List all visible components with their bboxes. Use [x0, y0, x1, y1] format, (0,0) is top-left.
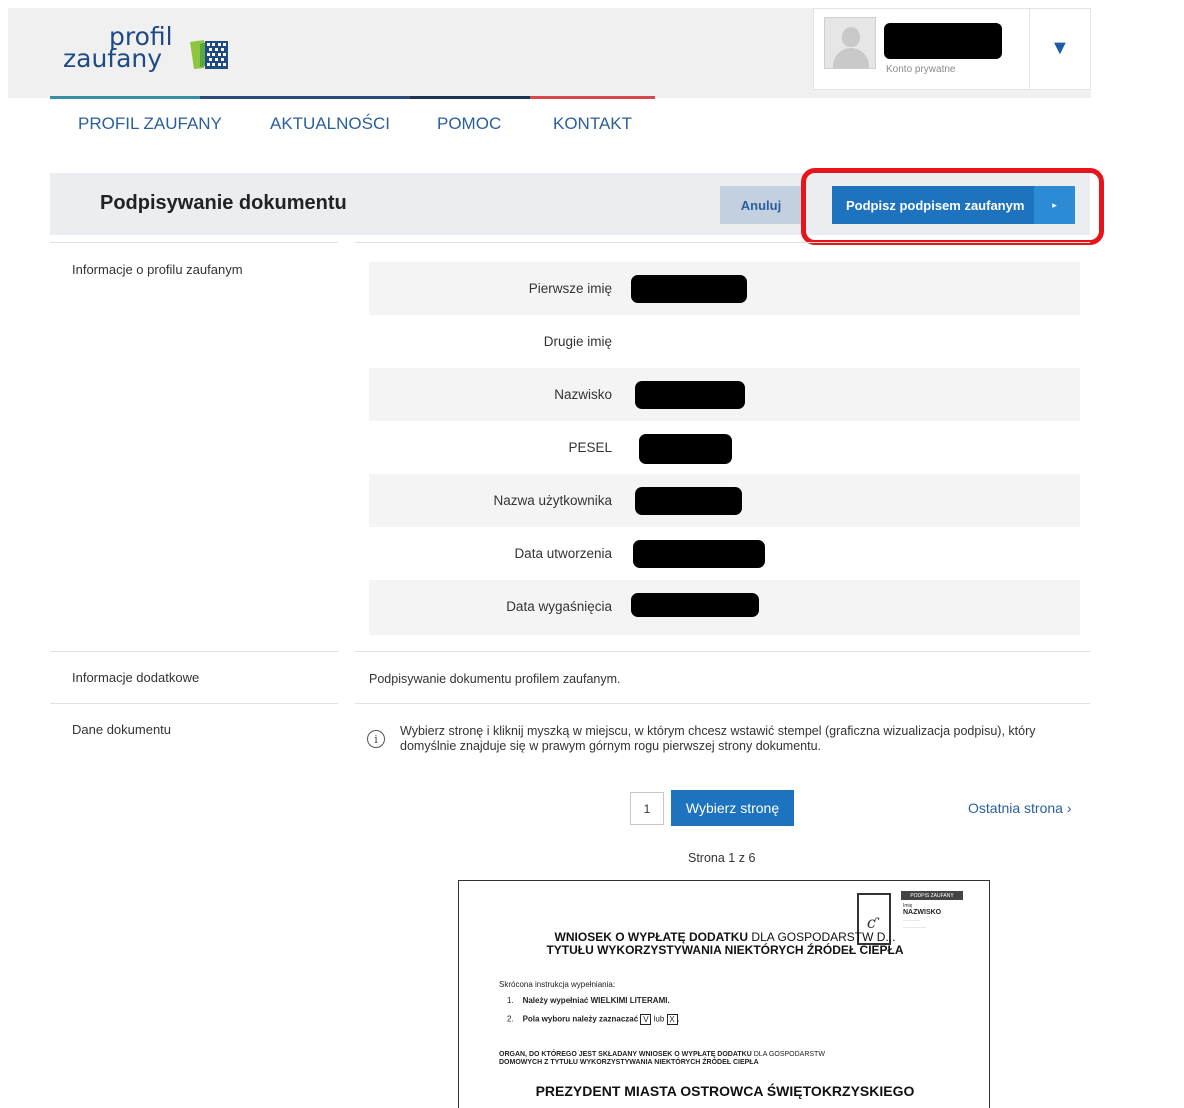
instruction-or: lub: [653, 1014, 665, 1024]
sign-button-highlight: [801, 168, 1104, 245]
nav-aktualnosci[interactable]: AKTUALNOŚCI: [270, 114, 400, 134]
info-icon: i: [367, 730, 385, 748]
account-type-label: Konto prywatne: [886, 64, 956, 75]
stamp-small-text: ..................: [903, 918, 921, 922]
select-page-button[interactable]: Wybierz stronę: [671, 790, 794, 826]
document-section-label: Dane dokumentu: [72, 722, 172, 737]
divider: [50, 242, 338, 243]
info-row-expires: Data wygaśnięcia: [369, 580, 1080, 635]
organ-line2: DOMOWYCH Z TYTUŁU WYKORZYSTYWANIA NIEKTÓ…: [499, 1059, 759, 1066]
info-row-second-name: Drugie imię: [369, 315, 1080, 368]
checkbox-x: X: [666, 1014, 678, 1025]
account-menu[interactable]: Konto prywatne ▼: [813, 8, 1091, 90]
accent-line-navy: [200, 96, 410, 99]
organ-city: PREZYDENT MIASTA OSTROWCA ŚWIĘTOKRZYSKIE…: [535, 1083, 915, 1099]
last-page-link[interactable]: Ostatnia strona ›: [968, 800, 1072, 816]
instruction-number: 2.: [507, 1014, 514, 1024]
document-title-line2: TYTUŁU WYKORZYSTYWANIA NIEKTÓRYCH ŹRÓDEŁ…: [546, 943, 904, 957]
logo-line-2: zaufany: [63, 44, 163, 73]
document-title: WNIOSEK O WYPŁATĘ DODATKU DLA GOSPODARST…: [459, 930, 989, 957]
accent-line-red: [530, 96, 655, 99]
instruction-text: Należy wypełniać WIELKIMI LITERAMI.: [522, 996, 670, 1005]
organ-heading: ORGAN, DO KTÓREGO JEST SKŁADANY WNIOSEK …: [499, 1051, 979, 1067]
redacted-value: [635, 487, 742, 515]
info-label: Data wygaśnięcia: [506, 599, 612, 614]
logo-mark-icon: [190, 40, 228, 69]
instruction-heading: Skrócona instrukcja wypełniania:: [499, 980, 616, 989]
info-label: PESEL: [568, 440, 612, 455]
document-title-bold: WNIOSEK O WYPŁATĘ DODATKU: [554, 930, 749, 944]
info-row-pesel: PESEL: [369, 421, 1080, 474]
nav-pomoc[interactable]: POMOC: [437, 114, 517, 134]
info-row-surname: Nazwisko: [369, 368, 1080, 421]
info-label: Drugie imię: [543, 334, 612, 349]
document-preview[interactable]: ƈ PODPIS ZAUFANY Imię NAZWISKO .........…: [458, 880, 990, 1108]
document-title-thin: DLA GOSPODARSTW D...: [751, 930, 896, 944]
redacted-value: [635, 381, 745, 409]
redacted-value: [639, 434, 732, 464]
divider: [50, 651, 338, 652]
info-label: Data utworzenia: [514, 546, 612, 561]
nav-profil-zaufany[interactable]: PROFIL ZAUFANY: [78, 114, 238, 134]
info-row-first-name: Pierwsze imię: [369, 262, 1080, 315]
info-label: Nazwa użytkownika: [493, 493, 612, 508]
organ-bold: ORGAN, DO KTÓREGO JEST SKŁADANY WNIOSEK …: [499, 1051, 752, 1058]
document-instruction: Wybierz stronę i kliknij myszką w miejsc…: [400, 724, 1036, 753]
info-row-username: Nazwa użytkownika: [369, 474, 1080, 527]
top-bar: profil zaufany Konto prywatne ▼: [8, 8, 1091, 98]
stamp-small-text: ........................: [903, 925, 927, 929]
stamp-header: PODPIS ZAUFANY: [901, 891, 963, 900]
redacted-value: [631, 593, 759, 617]
instruction-item-1: 1. Należy wypełniać WIELKIMI LITERAMI.: [507, 996, 670, 1005]
nav-kontakt[interactable]: KONTAKT: [553, 114, 653, 134]
instruction-number: 1.: [507, 996, 514, 1005]
accent-line-teal: [50, 96, 200, 99]
instruction-item-2: 2. Pola wyboru należy zaznaczać V lub X.: [507, 1014, 680, 1025]
checkbox-v: V: [640, 1014, 652, 1025]
info-row-created: Data utworzenia: [369, 527, 1080, 580]
redacted-value: [631, 275, 747, 303]
additional-info-text: Podpisywanie dokumentu profilem zaufanym…: [369, 672, 621, 686]
redacted-value: [633, 540, 765, 568]
page-title: Podpisywanie dokumentu: [100, 192, 347, 214]
divider: [355, 242, 1090, 243]
divider: [50, 703, 338, 704]
chevron-down-icon[interactable]: ▼: [1050, 37, 1070, 60]
cancel-button[interactable]: Anuluj: [720, 186, 802, 224]
page-number-input[interactable]: 1: [630, 792, 664, 825]
divider: [355, 651, 1090, 652]
avatar: [824, 17, 876, 69]
stamp-surname: NAZWISKO: [903, 909, 942, 916]
account-name-redacted: [884, 23, 1002, 59]
info-label: Pierwsze imię: [528, 281, 612, 296]
page-counter: Strona 1 z 6: [688, 851, 756, 865]
divider: [355, 703, 1090, 704]
additional-section-label: Informacje dodatkowe: [72, 670, 200, 685]
instruction-text: Pola wyboru należy zaznaczać: [522, 1014, 639, 1024]
info-label: Nazwisko: [554, 387, 612, 402]
organ-thin: DLA GOSPODARSTW: [753, 1051, 825, 1058]
profile-section-label: Informacje o profilu zaufanym: [72, 262, 243, 277]
accent-line-dark: [410, 96, 530, 99]
